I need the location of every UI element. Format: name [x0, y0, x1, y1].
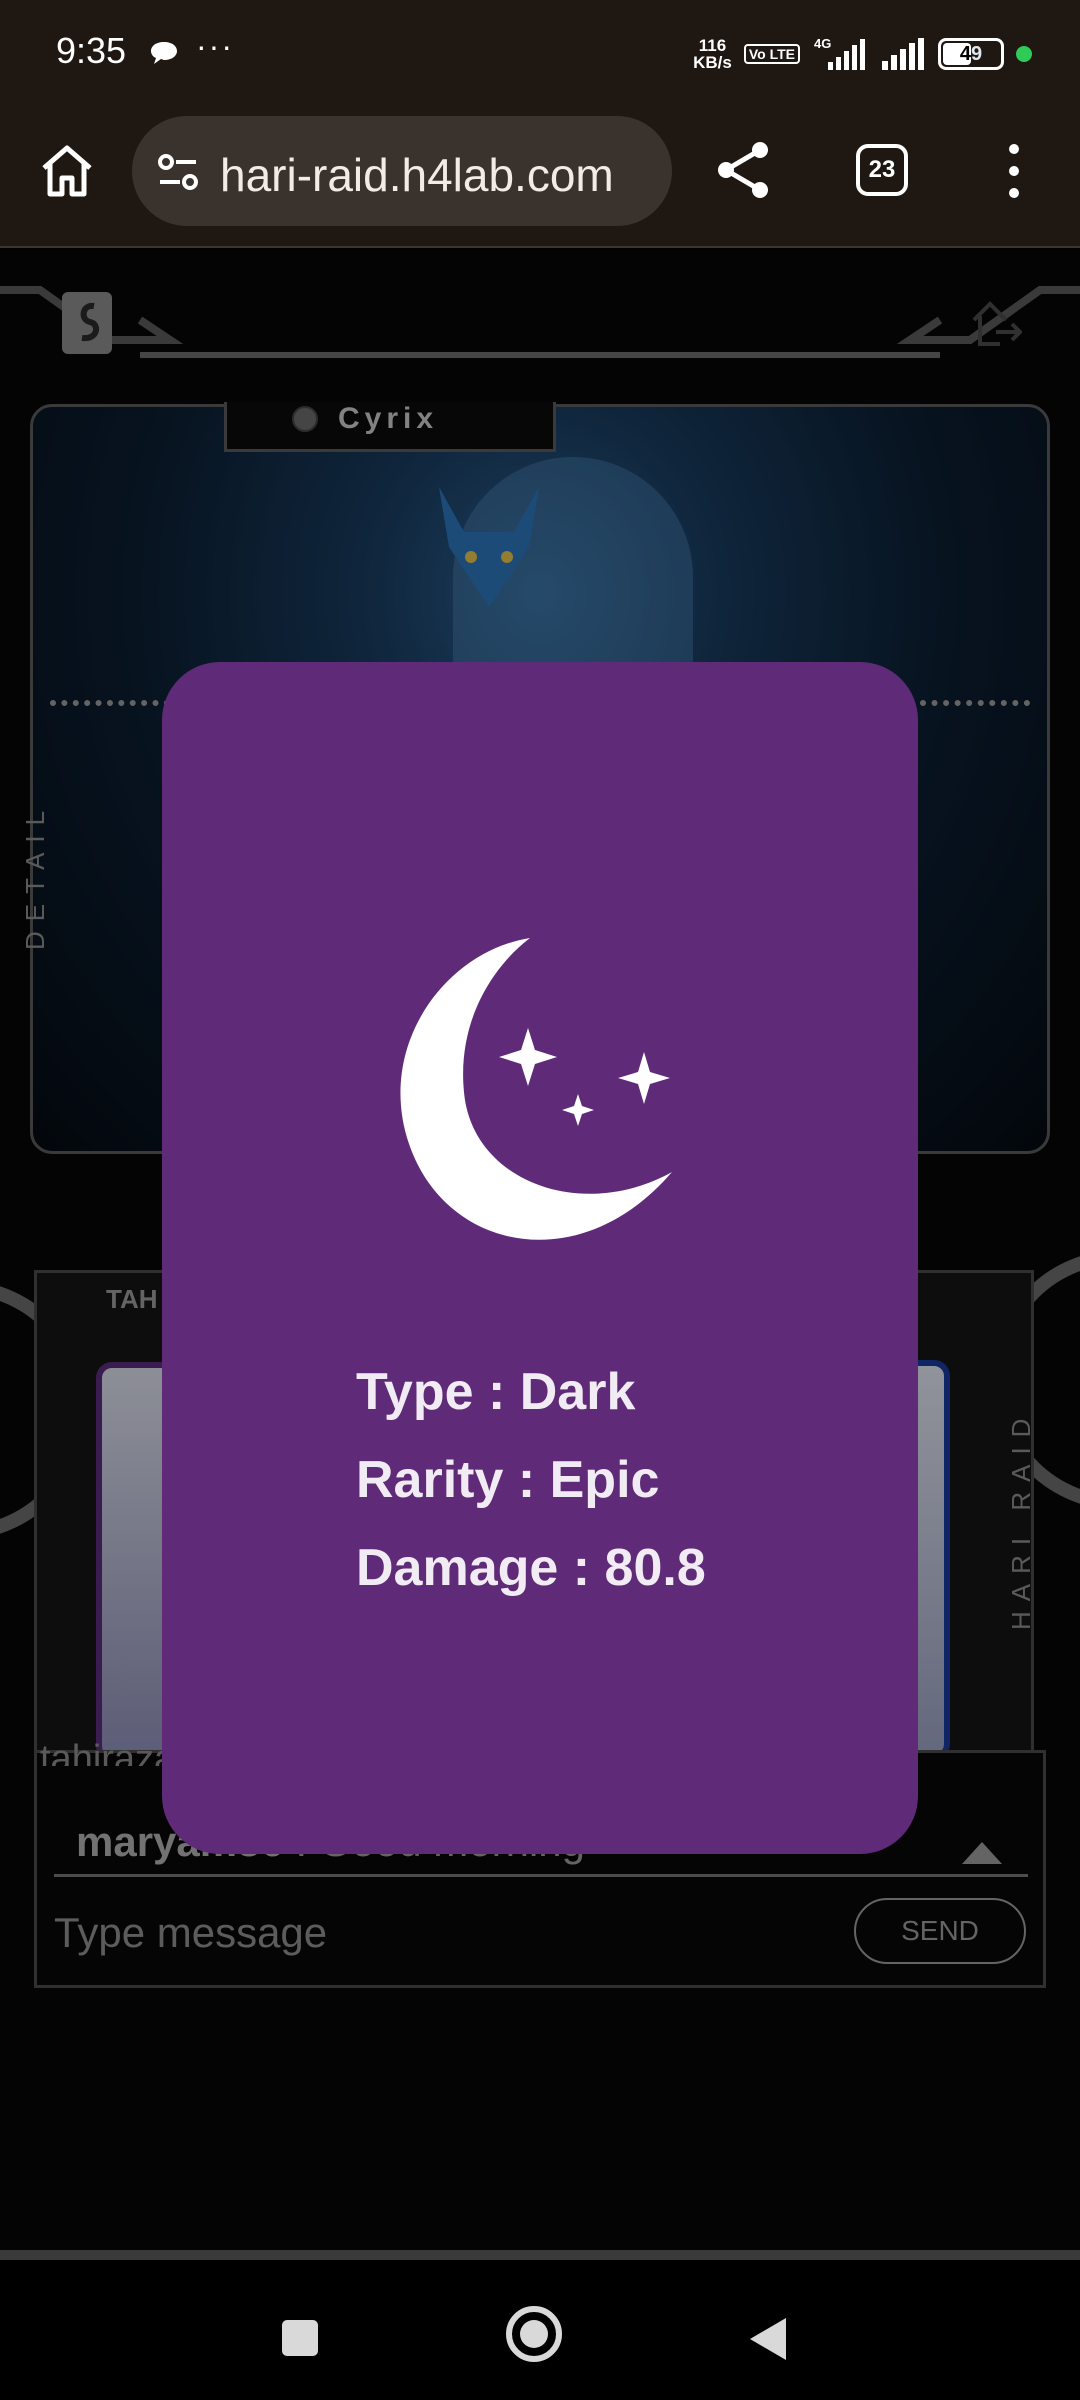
svg-text:4G: 4G: [814, 36, 831, 51]
battery-icon: 49: [938, 38, 1004, 70]
recents-button[interactable]: [282, 2320, 318, 2356]
status-bar: 9:35 ··· 116 KB/s Vo LTE 4G 49: [0, 0, 1080, 110]
status-indicators: 116 KB/s Vo LTE 4G 49: [693, 34, 1032, 74]
rarity-value: Epic: [549, 1451, 660, 1509]
signal-4g-icon: 4G: [814, 36, 865, 70]
home-icon[interactable]: [36, 140, 98, 202]
system-navigation-bar: [0, 2250, 1080, 2400]
status-time: 9:35: [56, 30, 127, 71]
element-info-modal: Type : Dark Rarity : Epic Damage : 80.8: [162, 662, 918, 1854]
share-icon[interactable]: [712, 138, 776, 202]
site-settings-icon[interactable]: [156, 150, 200, 194]
moon-stars-icon: [400, 938, 672, 1240]
network-speed: 116 KB/s: [693, 36, 732, 72]
chat-bubble-icon: [151, 42, 177, 64]
url-text[interactable]: hari-raid.h4lab.com: [220, 148, 614, 202]
volte-icon: Vo LTE: [743, 44, 800, 64]
browser-toolbar: hari-raid.h4lab.com 23: [0, 110, 1080, 248]
damage-stat: Damage : 80.8: [356, 1539, 706, 1597]
rarity-stat: Rarity : Epic: [356, 1451, 660, 1509]
type-value: Dark: [519, 1363, 636, 1421]
home-button[interactable]: [506, 2306, 562, 2362]
address-bar[interactable]: hari-raid.h4lab.com: [132, 116, 672, 226]
type-stat: Type : Dark: [356, 1363, 636, 1421]
status-more-icon: ···: [196, 28, 234, 64]
privacy-indicator-icon: [1016, 46, 1032, 62]
signal-icon: [882, 38, 924, 70]
damage-value: 80.8: [604, 1539, 706, 1597]
back-icon[interactable]: [748, 2316, 788, 2362]
overflow-menu-icon[interactable]: [996, 138, 1032, 204]
tab-switcher-button[interactable]: 23: [856, 144, 908, 196]
